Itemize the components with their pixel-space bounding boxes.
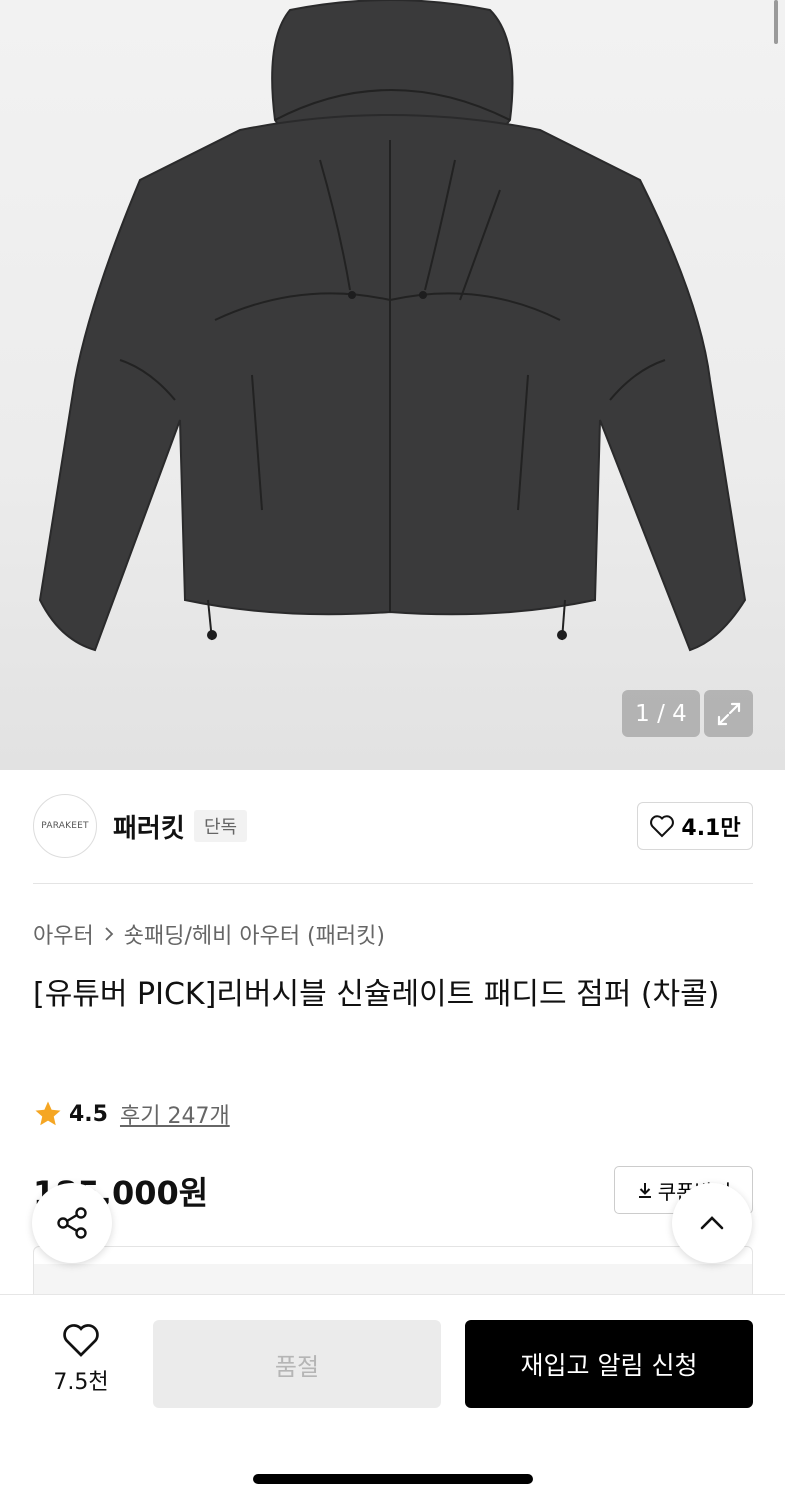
soldout-button: 품절: [153, 1320, 441, 1408]
product-image-gallery[interactable]: 1 / 4: [0, 0, 785, 770]
heart-icon: [650, 815, 675, 838]
chevron-up-icon: [700, 1216, 724, 1230]
chevron-right-icon: [105, 927, 114, 941]
home-indicator: [253, 1474, 533, 1484]
scroll-top-button[interactable]: [672, 1183, 752, 1263]
expand-image-button[interactable]: [704, 690, 753, 737]
expand-icon: [717, 702, 740, 725]
brand-logo[interactable]: PARAKEET: [33, 794, 97, 858]
product-image: [38, 0, 747, 652]
share-button[interactable]: [32, 1183, 112, 1263]
breadcrumb-category[interactable]: 아우터: [33, 918, 94, 950]
breadcrumb: 아우터 숏패딩/헤비 아우터 (패러킷): [33, 918, 385, 950]
brand-like-count: 4.1만: [681, 816, 741, 841]
rating-score: 4.5: [69, 1101, 108, 1127]
star-icon: [35, 1101, 61, 1126]
download-icon: [638, 1183, 651, 1198]
rating-row: 4.5 후기 247개: [33, 1098, 230, 1130]
review-count-link[interactable]: 후기 247개: [120, 1098, 230, 1130]
brand-like-button[interactable]: 4.1만: [637, 802, 753, 850]
divider: [33, 883, 753, 884]
exclusive-badge: 단독: [194, 810, 248, 842]
wishlist-button[interactable]: 7.5천: [40, 1322, 122, 1396]
wishlist-count: 7.5천: [53, 1370, 109, 1395]
scroll-indicator: [774, 0, 778, 44]
breadcrumb-subcategory[interactable]: 숏패딩/헤비 아우터 (패러킷): [124, 918, 385, 950]
restock-alert-button[interactable]: 재입고 알림 신청: [465, 1320, 753, 1408]
product-title: [유튜버 PICK]리버시블 신슐레이트 패디드 점퍼 (차콜): [33, 977, 720, 1012]
brand-name[interactable]: 패러킷: [113, 808, 185, 845]
brand-logo-text: PARAKEET: [41, 821, 89, 831]
heart-icon: [63, 1324, 99, 1357]
share-icon: [57, 1207, 87, 1239]
image-counter: 1 / 4: [622, 690, 700, 737]
